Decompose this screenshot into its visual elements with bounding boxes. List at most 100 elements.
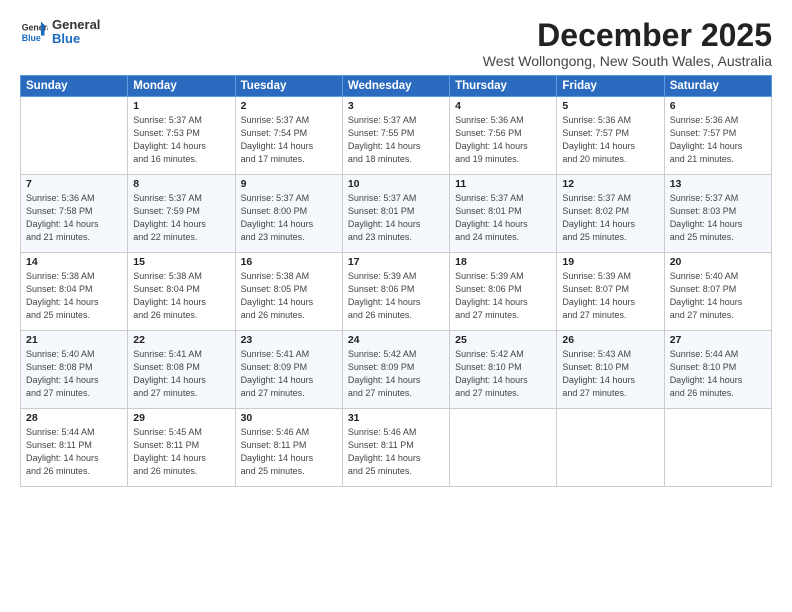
day-info: Sunrise: 5:44 AM Sunset: 8:10 PM Dayligh…	[670, 348, 766, 400]
day-info: Sunrise: 5:46 AM Sunset: 8:11 PM Dayligh…	[348, 426, 444, 478]
calendar-cell: 15 Sunrise: 5:38 AM Sunset: 8:04 PM Dayli…	[128, 253, 235, 331]
day-info: Sunrise: 5:38 AM Sunset: 8:04 PM Dayligh…	[26, 270, 122, 322]
week-row-1: 7 Sunrise: 5:36 AM Sunset: 7:58 PM Daylig…	[21, 175, 772, 253]
calendar-cell: 31 Sunrise: 5:46 AM Sunset: 8:11 PM Dayli…	[342, 409, 449, 487]
calendar-cell: 27 Sunrise: 5:44 AM Sunset: 8:10 PM Dayli…	[664, 331, 771, 409]
calendar-cell: 4Sunrise: 5:36 AM Sunset: 7:56 PM Daylig…	[450, 97, 557, 175]
calendar-cell: 1 Sunrise: 5:37 AM Sunset: 7:53 PM Daylig…	[128, 97, 235, 175]
day-number: 22	[133, 334, 229, 346]
calendar-cell: 20 Sunrise: 5:40 AM Sunset: 8:07 PM Dayli…	[664, 253, 771, 331]
day-number: 19	[562, 256, 658, 268]
calendar-cell: 28 Sunrise: 5:44 AM Sunset: 8:11 PM Dayli…	[21, 409, 128, 487]
day-number: 18	[455, 256, 551, 268]
header: General Blue General Blue December 2025 …	[20, 18, 772, 69]
day-number: 24	[348, 334, 444, 346]
day-number: 29	[133, 412, 229, 424]
month-title: December 2025	[483, 18, 772, 53]
day-number: 1	[133, 100, 229, 112]
week-row-3: 21 Sunrise: 5:40 AM Sunset: 8:08 PM Dayli…	[21, 331, 772, 409]
day-info: Sunrise: 5:37 AM Sunset: 7:59 PM Dayligh…	[133, 192, 229, 244]
calendar-cell	[664, 409, 771, 487]
week-row-0: 1 Sunrise: 5:37 AM Sunset: 7:53 PM Daylig…	[21, 97, 772, 175]
day-number: 7	[26, 178, 122, 190]
day-info: Sunrise: 5:37 AM Sunset: 7:53 PM Dayligh…	[133, 114, 229, 166]
header-saturday: Saturday	[664, 76, 771, 97]
day-number: 23	[241, 334, 337, 346]
day-number: 5	[562, 100, 658, 112]
day-info: Sunrise: 5:40 AM Sunset: 8:07 PM Dayligh…	[670, 270, 766, 322]
page: General Blue General Blue December 2025 …	[0, 0, 792, 612]
day-info: Sunrise: 5:41 AM Sunset: 8:08 PM Dayligh…	[133, 348, 229, 400]
location-subtitle: West Wollongong, New South Wales, Austra…	[483, 53, 772, 69]
calendar-cell: 17 Sunrise: 5:39 AM Sunset: 8:06 PM Dayli…	[342, 253, 449, 331]
calendar-cell: 26Sunrise: 5:43 AM Sunset: 8:10 PM Dayli…	[557, 331, 664, 409]
day-info: Sunrise: 5:39 AM Sunset: 8:06 PM Dayligh…	[348, 270, 444, 322]
day-info: Sunrise: 5:41 AM Sunset: 8:09 PM Dayligh…	[241, 348, 337, 400]
logo-blue: Blue	[52, 32, 100, 46]
calendar-cell: 10 Sunrise: 5:37 AM Sunset: 8:01 PM Dayli…	[342, 175, 449, 253]
calendar-cell: 11 Sunrise: 5:37 AM Sunset: 8:01 PM Dayli…	[450, 175, 557, 253]
calendar-header-row: SundayMondayTuesdayWednesdayThursdayFrid…	[21, 76, 772, 97]
calendar-cell: 14 Sunrise: 5:38 AM Sunset: 8:04 PM Dayli…	[21, 253, 128, 331]
calendar-cell	[450, 409, 557, 487]
calendar-cell: 6Sunrise: 5:36 AM Sunset: 7:57 PM Daylig…	[664, 97, 771, 175]
day-info: Sunrise: 5:36 AM Sunset: 7:58 PM Dayligh…	[26, 192, 122, 244]
header-wednesday: Wednesday	[342, 76, 449, 97]
day-info: Sunrise: 5:38 AM Sunset: 8:05 PM Dayligh…	[241, 270, 337, 322]
day-info: Sunrise: 5:39 AM Sunset: 8:07 PM Dayligh…	[562, 270, 658, 322]
day-info: Sunrise: 5:39 AM Sunset: 8:06 PM Dayligh…	[455, 270, 551, 322]
day-info: Sunrise: 5:37 AM Sunset: 8:01 PM Dayligh…	[455, 192, 551, 244]
calendar-cell: 18 Sunrise: 5:39 AM Sunset: 8:06 PM Dayli…	[450, 253, 557, 331]
day-number: 12	[562, 178, 658, 190]
calendar-cell: 24 Sunrise: 5:42 AM Sunset: 8:09 PM Dayli…	[342, 331, 449, 409]
day-number: 26	[562, 334, 658, 346]
day-number: 10	[348, 178, 444, 190]
day-number: 30	[241, 412, 337, 424]
day-info: Sunrise: 5:45 AM Sunset: 8:11 PM Dayligh…	[133, 426, 229, 478]
day-info: Sunrise: 5:37 AM Sunset: 7:55 PM Dayligh…	[348, 114, 444, 166]
day-number: 20	[670, 256, 766, 268]
calendar-cell: 16Sunrise: 5:38 AM Sunset: 8:05 PM Dayli…	[235, 253, 342, 331]
calendar-cell: 22 Sunrise: 5:41 AM Sunset: 8:08 PM Dayli…	[128, 331, 235, 409]
header-thursday: Thursday	[450, 76, 557, 97]
day-number: 21	[26, 334, 122, 346]
header-tuesday: Tuesday	[235, 76, 342, 97]
calendar-cell: 3 Sunrise: 5:37 AM Sunset: 7:55 PM Daylig…	[342, 97, 449, 175]
calendar-cell	[557, 409, 664, 487]
day-number: 27	[670, 334, 766, 346]
calendar-cell: 5 Sunrise: 5:36 AM Sunset: 7:57 PM Daylig…	[557, 97, 664, 175]
day-info: Sunrise: 5:42 AM Sunset: 8:10 PM Dayligh…	[455, 348, 551, 400]
week-row-2: 14 Sunrise: 5:38 AM Sunset: 8:04 PM Dayli…	[21, 253, 772, 331]
day-number: 11	[455, 178, 551, 190]
day-number: 28	[26, 412, 122, 424]
header-friday: Friday	[557, 76, 664, 97]
calendar-cell: 23 Sunrise: 5:41 AM Sunset: 8:09 PM Dayli…	[235, 331, 342, 409]
day-number: 13	[670, 178, 766, 190]
day-number: 31	[348, 412, 444, 424]
calendar-cell: 13 Sunrise: 5:37 AM Sunset: 8:03 PM Dayli…	[664, 175, 771, 253]
day-number: 2	[241, 100, 337, 112]
calendar-cell: 21 Sunrise: 5:40 AM Sunset: 8:08 PM Dayli…	[21, 331, 128, 409]
calendar-cell: 19 Sunrise: 5:39 AM Sunset: 8:07 PM Dayli…	[557, 253, 664, 331]
day-number: 17	[348, 256, 444, 268]
day-info: Sunrise: 5:37 AM Sunset: 8:03 PM Dayligh…	[670, 192, 766, 244]
calendar-cell: 2Sunrise: 5:37 AM Sunset: 7:54 PM Daylig…	[235, 97, 342, 175]
day-info: Sunrise: 5:37 AM Sunset: 8:01 PM Dayligh…	[348, 192, 444, 244]
day-info: Sunrise: 5:42 AM Sunset: 8:09 PM Dayligh…	[348, 348, 444, 400]
week-row-4: 28 Sunrise: 5:44 AM Sunset: 8:11 PM Dayli…	[21, 409, 772, 487]
day-number: 15	[133, 256, 229, 268]
day-number: 14	[26, 256, 122, 268]
calendar-cell: 29 Sunrise: 5:45 AM Sunset: 8:11 PM Dayli…	[128, 409, 235, 487]
day-info: Sunrise: 5:44 AM Sunset: 8:11 PM Dayligh…	[26, 426, 122, 478]
day-info: Sunrise: 5:38 AM Sunset: 8:04 PM Dayligh…	[133, 270, 229, 322]
calendar-cell: 12Sunrise: 5:37 AM Sunset: 8:02 PM Dayli…	[557, 175, 664, 253]
day-number: 9	[241, 178, 337, 190]
day-info: Sunrise: 5:46 AM Sunset: 8:11 PM Dayligh…	[241, 426, 337, 478]
calendar-cell: 9Sunrise: 5:37 AM Sunset: 8:00 PM Daylig…	[235, 175, 342, 253]
svg-text:Blue: Blue	[22, 33, 41, 43]
logo-general: General	[52, 18, 100, 32]
day-number: 3	[348, 100, 444, 112]
day-number: 6	[670, 100, 766, 112]
day-info: Sunrise: 5:36 AM Sunset: 7:57 PM Dayligh…	[562, 114, 658, 166]
day-info: Sunrise: 5:40 AM Sunset: 8:08 PM Dayligh…	[26, 348, 122, 400]
